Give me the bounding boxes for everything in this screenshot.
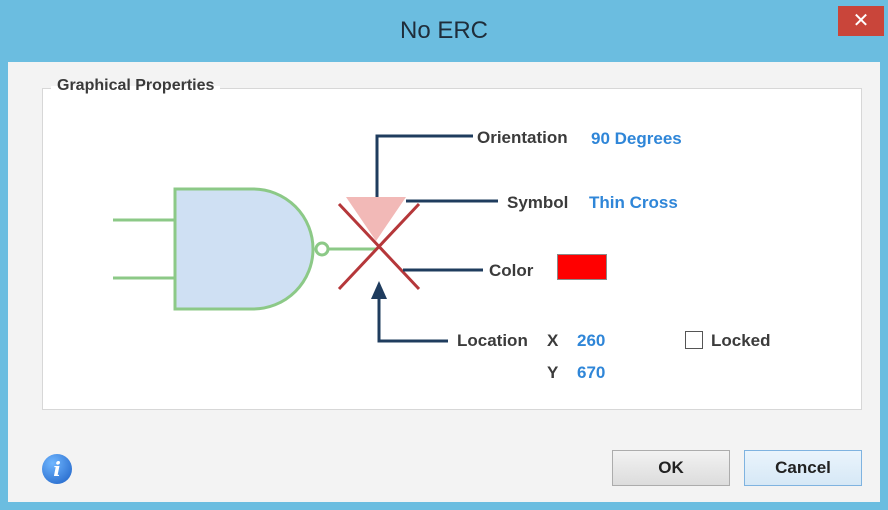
y-label: Y	[547, 363, 559, 382]
inversion-bubble	[314, 241, 330, 257]
orientation-value[interactable]: 90 Degrees	[591, 129, 682, 149]
close-button[interactable]: ✕	[838, 6, 884, 36]
symbol-value[interactable]: Thin Cross	[589, 193, 678, 213]
orientation-callout	[375, 134, 473, 197]
dialog-content: Graphical Properties Orientation 90 Degr…	[8, 62, 880, 502]
info-icon[interactable]: i	[42, 454, 72, 484]
orientation-label: Orientation	[477, 128, 568, 147]
x-value[interactable]: 260	[577, 331, 605, 351]
color-label: Color	[489, 261, 534, 280]
color-swatch[interactable]	[557, 254, 607, 280]
title-bar[interactable]: No ERC ✕	[0, 0, 888, 62]
window-title: No ERC	[399, 17, 489, 44]
no-erc-dialog: No ERC ✕ Graphical Properties Orientatio…	[0, 0, 888, 510]
close-icon: ✕	[852, 10, 870, 32]
location-arrowhead	[371, 281, 387, 299]
x-label: X	[547, 331, 559, 350]
graphical-properties-group: Graphical Properties Orientation 90 Degr…	[42, 77, 862, 410]
nand-gate-body	[173, 187, 315, 311]
no-erc-diagram	[113, 134, 498, 343]
locked-label: Locked	[711, 331, 771, 350]
y-value[interactable]: 670	[577, 363, 605, 383]
locked-checkbox[interactable]	[685, 331, 703, 349]
cancel-button[interactable]: Cancel	[744, 450, 862, 486]
location-callout	[377, 294, 448, 343]
symbol-label: Symbol	[507, 193, 569, 212]
location-label: Location	[457, 331, 528, 350]
ok-button[interactable]: OK	[612, 450, 730, 486]
